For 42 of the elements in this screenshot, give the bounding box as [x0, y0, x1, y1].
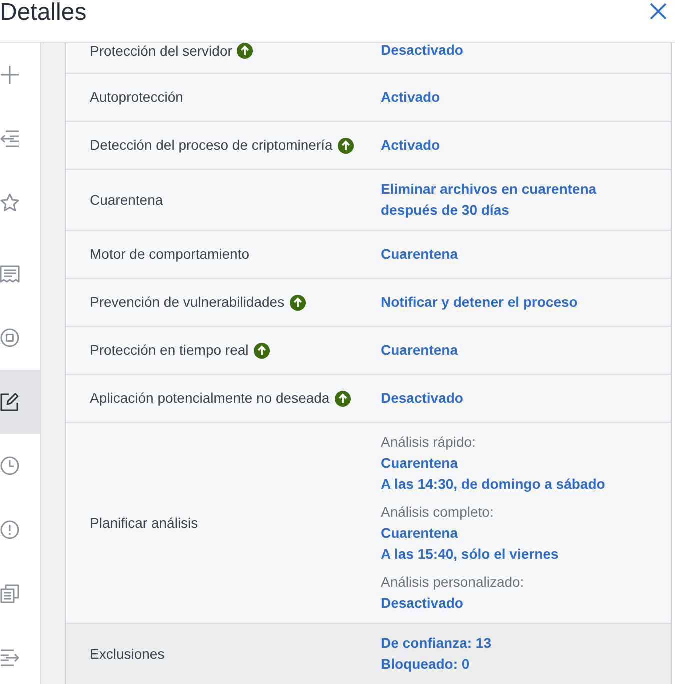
setting-label: Cuarentena: [90, 190, 164, 210]
square-in-circle-icon: [0, 328, 20, 348]
value-link[interactable]: Desactivado: [381, 593, 464, 614]
close-icon: [650, 3, 667, 20]
star-icon: [0, 193, 20, 213]
setting-label: Exclusiones: [90, 644, 165, 664]
setting-label: Motor de comportamiento: [90, 245, 250, 264]
value-link[interactable]: Desactivado: [381, 43, 464, 58]
value-link[interactable]: Bloqueado: 0: [381, 654, 470, 675]
sidebar-item[interactable]: [0, 370, 40, 434]
close-button[interactable]: [650, 3, 667, 20]
schedule-heading: Análisis rápido:: [381, 433, 476, 452]
value-link[interactable]: Desactivado: [381, 388, 464, 409]
stacked-pages-icon: [0, 584, 20, 604]
panel-title: Detalles: [0, 0, 87, 26]
edit-icon: [0, 392, 20, 412]
receipt-icon: [0, 264, 20, 284]
list-arrow-right-icon: [0, 648, 20, 668]
value-link[interactable]: Activado: [381, 87, 440, 108]
setting-label: Planificar análisis: [90, 514, 198, 532]
value-link[interactable]: Cuarentena: [381, 453, 458, 474]
schedule-heading: Análisis completo:: [381, 503, 494, 522]
schedule-heading: Análisis personalizado:: [381, 573, 524, 592]
setting-label: Protección del servidor: [90, 44, 232, 58]
setting-label: Autoprotección: [90, 88, 184, 107]
value-link[interactable]: Notificar y detener el proceso: [381, 292, 578, 313]
list-arrow-left-icon: [0, 129, 20, 149]
plus-icon: [0, 65, 20, 85]
setting-label: Protección en tiempo real: [90, 341, 249, 360]
value-link[interactable]: Cuarentena: [381, 244, 458, 265]
exclamation-icon: [0, 520, 20, 540]
value-link[interactable]: Activado: [381, 135, 440, 156]
value-link[interactable]: Eliminar archivos en cuarentena después de 30 días: [381, 179, 636, 221]
setting-label: Aplicación potencialmente no deseada: [90, 389, 330, 408]
value-link[interactable]: A las 15:40, sólo el viernes: [381, 544, 559, 565]
setting-label: Detección del proceso de criptominería: [90, 136, 333, 155]
value-link[interactable]: De confianza: 13: [381, 633, 492, 654]
clock-icon: [0, 456, 20, 476]
value-link[interactable]: Cuarentena: [381, 340, 458, 361]
value-link[interactable]: A las 14:30, de domingo a sábado: [381, 474, 606, 495]
value-link[interactable]: Cuarentena: [381, 523, 458, 544]
setting-label: Prevención de vulnerabilidades: [90, 293, 285, 312]
